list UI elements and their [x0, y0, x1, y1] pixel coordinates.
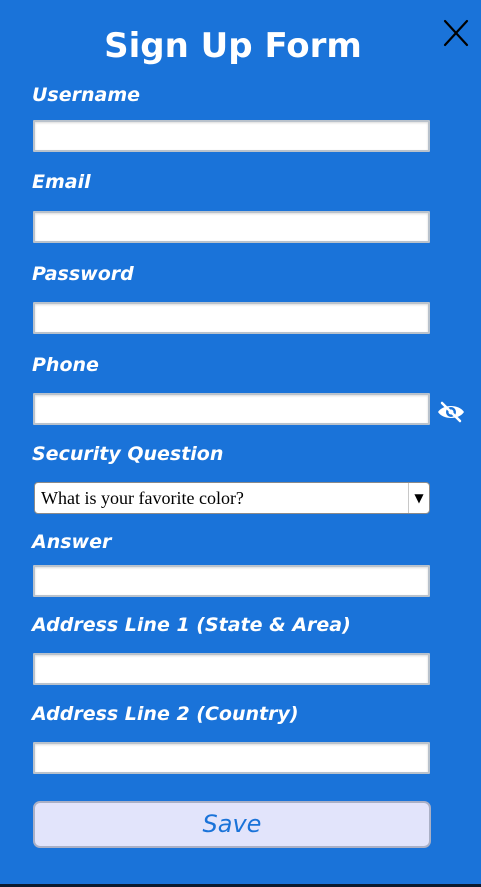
security-question-select[interactable]: What is your favorite color? ▼	[34, 482, 430, 514]
username-input[interactable]	[33, 120, 430, 152]
email-input[interactable]	[33, 211, 430, 243]
email-label: Email	[32, 171, 91, 193]
security-question-label: Security Question	[32, 443, 224, 465]
toggle-visibility-button[interactable]	[436, 399, 466, 425]
phone-input[interactable]	[33, 393, 430, 425]
address-line-1-label: Address Line 1 (State & Area)	[32, 614, 351, 636]
password-input[interactable]	[33, 302, 430, 334]
address-line-2-label: Address Line 2 (Country)	[32, 703, 299, 725]
address-line-1-input[interactable]	[33, 653, 430, 685]
save-button[interactable]: Save	[33, 801, 431, 848]
answer-label: Answer	[32, 531, 112, 553]
eye-hidden-icon[interactable]	[436, 399, 466, 425]
dropdown-arrow-icon[interactable]: ▼	[408, 483, 429, 513]
answer-input[interactable]	[33, 565, 430, 597]
security-question-value: What is your favorite color?	[41, 488, 244, 508]
phone-label: Phone	[32, 354, 99, 376]
username-label: Username	[32, 84, 141, 106]
password-label: Password	[32, 263, 134, 285]
form-title: Sign Up Form	[104, 26, 362, 66]
address-line-2-input[interactable]	[33, 742, 430, 774]
